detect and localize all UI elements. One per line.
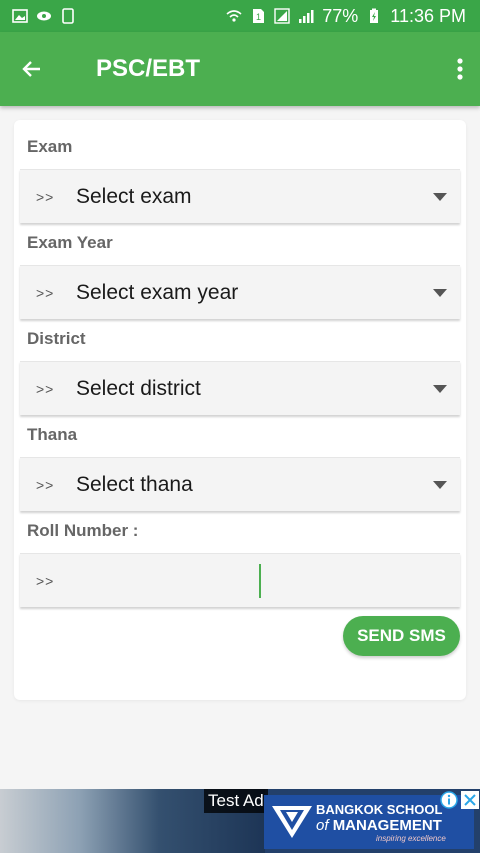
battery-percent: 77% (322, 5, 359, 26)
roll-number-input[interactable]: >> (20, 553, 460, 607)
battery-icon (370, 8, 379, 23)
exam-year-select[interactable]: >> Select exam year (20, 265, 460, 319)
school-logo-icon (272, 806, 312, 838)
more-vert-icon (457, 58, 463, 80)
wifi-icon (226, 10, 242, 22)
svg-text:1: 1 (256, 12, 261, 22)
image-icon (12, 9, 28, 23)
ad-brand-line2: of MANAGEMENT (316, 816, 442, 834)
dropdown-arrow-icon (420, 480, 460, 489)
exam-select-value: Select exam (76, 184, 192, 208)
text-cursor (259, 564, 261, 598)
eye-icon (37, 11, 51, 21)
ad-tagline: inspiring excellence (376, 833, 446, 843)
clock: 11:36 PM (390, 5, 466, 26)
back-button[interactable] (0, 32, 64, 106)
test-ad-label: Test Ad (204, 789, 268, 813)
district-select-value: Select district (76, 376, 201, 400)
signal-icon (274, 8, 290, 24)
dropdown-arrow-icon (420, 288, 460, 297)
thana-label: Thana (27, 425, 78, 444)
status-bar: 1 77% 11:36 PM (0, 0, 480, 32)
phone-icon (62, 8, 74, 24)
dropdown-arrow-icon (420, 192, 460, 201)
ad-brand-line1: BANGKOK SCHOOL (316, 801, 443, 817)
field-prefix: >> (36, 572, 55, 589)
ad-close-icon[interactable] (461, 791, 479, 809)
field-prefix: >> (36, 476, 55, 493)
sim-icon: 1 (253, 9, 265, 23)
thana-select[interactable]: >> Select thana (20, 457, 460, 511)
field-prefix: >> (36, 284, 55, 301)
field-prefix: >> (36, 188, 55, 205)
district-select[interactable]: >> Select district (20, 361, 460, 415)
ad-info-icon[interactable] (440, 791, 458, 809)
thana-select-value: Select thana (76, 472, 193, 496)
app-bar: PSC/EBT (0, 32, 480, 106)
ad-banner[interactable]: Test Ad BANGKOK SCHOOL of MANAGEMENT ins… (0, 789, 480, 853)
roll-number-label: Roll Number : (27, 521, 139, 540)
exam-select[interactable]: >> Select exam (20, 169, 460, 223)
send-sms-button[interactable]: SEND SMS (343, 616, 460, 656)
district-label: District (27, 329, 86, 348)
field-prefix: >> (36, 380, 55, 397)
exam-year-select-value: Select exam year (76, 280, 239, 304)
exam-label: Exam (27, 137, 73, 156)
form-card: Exam >> Select exam Exam Year >> Select … (14, 120, 466, 700)
dropdown-arrow-icon (420, 384, 460, 393)
exam-year-label: Exam Year (27, 233, 113, 252)
page-title: PSC/EBT (96, 55, 201, 82)
signal-icon (299, 10, 314, 23)
overflow-menu-button[interactable] (440, 32, 480, 106)
arrow-left-icon (22, 61, 40, 77)
